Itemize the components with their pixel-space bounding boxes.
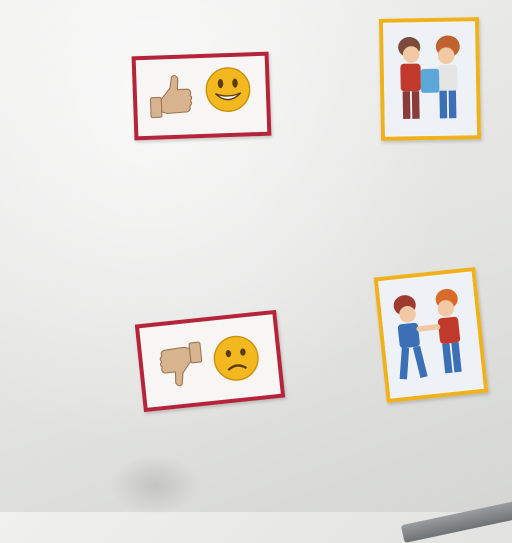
kids-sharing-picture-card xyxy=(378,17,482,141)
kids-pushing-illustration xyxy=(378,272,484,398)
smiling-face-icon xyxy=(205,67,251,113)
kids-sharing-illustration xyxy=(383,22,477,136)
shadow xyxy=(110,455,200,515)
thumbs-up-smiley-card xyxy=(131,51,272,141)
kids-pushing-picture-card xyxy=(373,267,489,403)
frowning-face-icon xyxy=(213,335,259,381)
thumbs-down-frown-card xyxy=(134,309,286,413)
